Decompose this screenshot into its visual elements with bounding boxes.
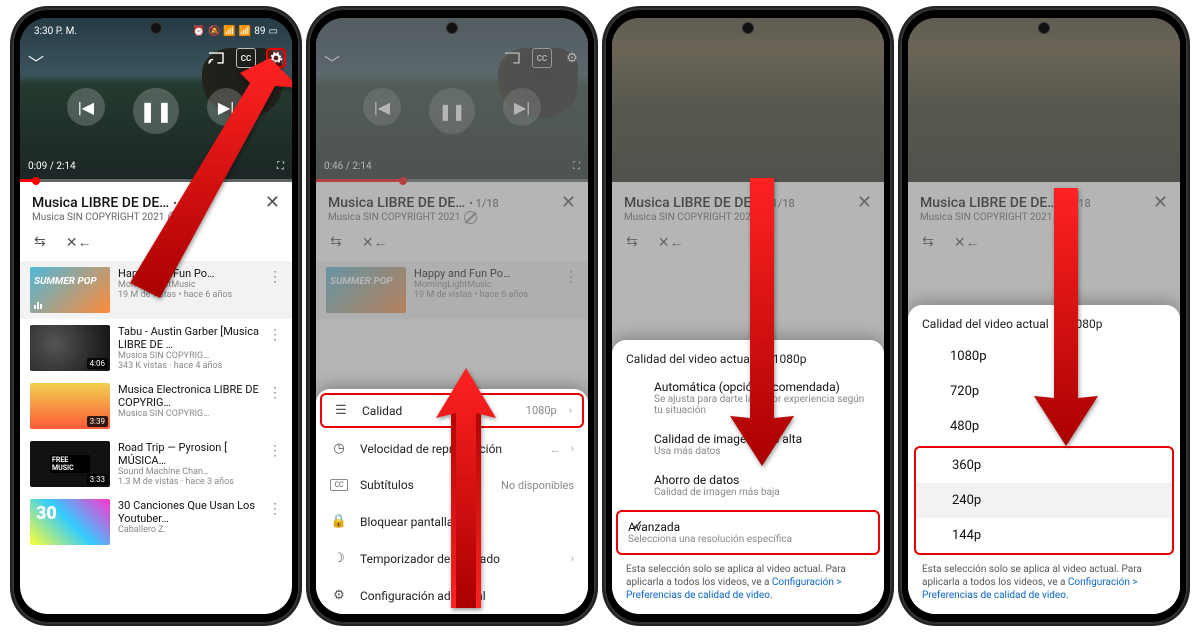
video-player (612, 18, 884, 182)
status-time: 3:30 P. M. (34, 26, 77, 37)
subtitles-row[interactable]: CC Subtítulos No disponibles (316, 467, 588, 503)
status-icons: ⏰🔕📶📶 89▭ (192, 26, 278, 37)
speed-row[interactable]: ◷ Velocidad de reproducción … › (316, 430, 588, 467)
prev-icon[interactable]: |◀ (67, 88, 105, 126)
video-player[interactable]: ﹀ CC ⚙ |◀ ❚❚ ▶| 0:46 / 2:14 ⛶ (316, 18, 588, 182)
shuffle-icon[interactable]: ✕← (66, 234, 92, 251)
thumbnail (30, 267, 110, 313)
time-row: 0:46 / 2:14 ⛶ (324, 161, 580, 172)
fullscreen-icon[interactable]: ⛶ (277, 161, 284, 172)
list-item[interactable]: 30 Canciones Que Usan Los Youtuber…Cabal… (20, 493, 292, 551)
cc-icon[interactable]: CC (236, 48, 256, 68)
option-advanced[interactable]: ✓ Avanzada Selecciona una resolución esp… (616, 510, 880, 555)
list-item[interactable]: Happy and Fun Po…MorningLightMusic19 M d… (20, 261, 292, 319)
list-item[interactable]: 4:06 Tabu - Austin Garber [Musica LIBRE … (20, 319, 292, 377)
option-saver[interactable]: Ahorro de datos Calidad de imagen más ba… (612, 467, 884, 508)
footer-note: Esta selección solo se aplica al video a… (612, 557, 884, 614)
quality-sheet: Calidad del video actual• 1080p Automáti… (612, 340, 884, 614)
thumbnail: 3:39 (30, 383, 110, 429)
cast-icon[interactable] (206, 48, 226, 68)
list-item[interactable]: Happy and Fun Po…MorningLightMusic19 M d… (316, 261, 588, 319)
phone-4: Musica LIBRE DE DE… • 1/18 Musica SIN CO… (900, 8, 1188, 624)
battery-pct: 89 (254, 26, 265, 37)
phone-3: Musica LIBRE DE DE… • 1/18 Musica SIN CO… (604, 8, 892, 624)
close-icon[interactable]: ✕ (857, 192, 872, 213)
current-quality: 1080p (773, 352, 807, 366)
res-480p[interactable]: 480p (908, 409, 1180, 444)
more-icon[interactable]: ⋮ (268, 499, 282, 517)
phone-1: 3:30 P. M. ⏰🔕📶📶 89▭ ﹀ CC |◀ ❚❚ ▶| 0:09 /… (12, 8, 300, 624)
speed-icon: ◷ (330, 441, 348, 456)
cc-icon[interactable]: CC (532, 48, 552, 68)
thumbnail: 3:33 (30, 441, 110, 487)
moon-icon: ☽ (330, 551, 348, 566)
thumbnail (30, 499, 110, 545)
sheet-header: Calidad del video actual• 1080p (612, 340, 884, 374)
prev-icon[interactable]: |◀ (363, 88, 401, 126)
total-time: 2:14 (56, 161, 75, 172)
playlist-count: • 1/18 (173, 197, 203, 210)
res-1080p[interactable]: 1080p (908, 339, 1180, 374)
no-copyright-icon (168, 211, 181, 224)
phone-2: ﹀ CC ⚙ |◀ ❚❚ ▶| 0:46 / 2:14 ⛶ Musica LIB… (308, 8, 596, 624)
more-icon[interactable]: ⋮ (268, 383, 282, 401)
more-icon[interactable]: ⋮ (268, 441, 282, 459)
check-icon: ✓ (632, 518, 644, 534)
gear-icon[interactable] (266, 48, 286, 68)
sliders-icon: ☰ (332, 403, 350, 418)
res-240p[interactable]: 240p (916, 483, 1172, 518)
video-player[interactable]: ﹀ CC |◀ ❚❚ ▶| 0:09 / 2:14 ⛶ (20, 18, 292, 182)
next-icon[interactable]: ▶| (503, 88, 541, 126)
list-item[interactable]: 3:39 Musica Electronica LIBRE DE COPYRIG… (20, 377, 292, 435)
progress-bar[interactable] (20, 179, 292, 182)
option-auto[interactable]: Automática (opción recomendada) Se ajust… (612, 374, 884, 426)
status-bar: 3:30 P. M. ⏰🔕📶📶 89▭ (20, 20, 292, 42)
footer-note: Esta selección solo se aplica al video a… (908, 557, 1180, 614)
lock-row[interactable]: 🔒 Bloquear pantalla (316, 503, 588, 540)
next-icon[interactable]: ▶| (207, 88, 245, 126)
sleep-row[interactable]: ☽ Temporizador de apagado › (316, 540, 588, 577)
playlist-subtitle: Musica SIN COPYRIGHT 2021 (32, 212, 164, 223)
cast-icon[interactable] (502, 48, 522, 68)
res-360p[interactable]: 360p (916, 448, 1172, 483)
video-player (908, 18, 1180, 182)
lock-icon: 🔒 (330, 514, 348, 529)
res-144p[interactable]: 144p (916, 518, 1172, 553)
time-row: 0:09 / 2:14 ⛶ (28, 161, 284, 172)
more-settings-row[interactable]: ⚙ Configuración adicional (316, 577, 588, 614)
sheet-header: Calidad del video actual• 1080p (908, 305, 1180, 339)
close-icon[interactable]: ✕ (265, 192, 280, 213)
playlist-header: Musica LIBRE DE DE… • 1/18 Musica SIN CO… (20, 182, 292, 230)
back-icon[interactable]: ﹀ (28, 50, 44, 74)
list-item[interactable]: 3:33 Road Trip — Pyrosion [ MÚSICA…Sound… (20, 435, 292, 493)
playlist[interactable]: Happy and Fun Po…MorningLightMusic19 M d… (20, 261, 292, 614)
close-icon[interactable]: ✕ (1153, 192, 1168, 213)
back-icon[interactable]: ﹀ (324, 50, 340, 74)
thumbnail: 4:06 (30, 325, 110, 371)
elapsed-time: 0:09 (28, 161, 47, 172)
pause-icon[interactable]: ❚❚ (133, 88, 179, 134)
cc-icon: CC (330, 479, 348, 491)
option-high[interactable]: Calidad de imagen más alta Usa más datos (612, 426, 884, 467)
resolution-sheet: Calidad del video actual• 1080p 1080p 72… (908, 305, 1180, 614)
res-720p[interactable]: 720p (908, 374, 1180, 409)
more-icon[interactable]: ⋮ (268, 267, 282, 285)
settings-sheet: ☰ Calidad 1080p › ◷ Velocidad de reprodu… (316, 389, 588, 614)
gear-icon: ⚙ (330, 588, 348, 603)
gear-icon[interactable]: ⚙ (562, 48, 582, 68)
more-icon[interactable]: ⋮ (268, 325, 282, 343)
playlist-title: Musica LIBRE DE DE… (32, 195, 169, 211)
chevron-right-icon: › (569, 404, 572, 417)
fullscreen-icon[interactable]: ⛶ (573, 161, 580, 172)
close-icon[interactable]: ✕ (561, 192, 576, 213)
pause-icon[interactable]: ❚❚ (429, 88, 475, 134)
playlist-header: Musica LIBRE DE DE… • 1/18 Musica SIN CO… (316, 182, 588, 230)
loop-icon[interactable]: ⇆ (34, 234, 46, 251)
quality-row[interactable]: ☰ Calidad 1080p › (320, 393, 584, 428)
